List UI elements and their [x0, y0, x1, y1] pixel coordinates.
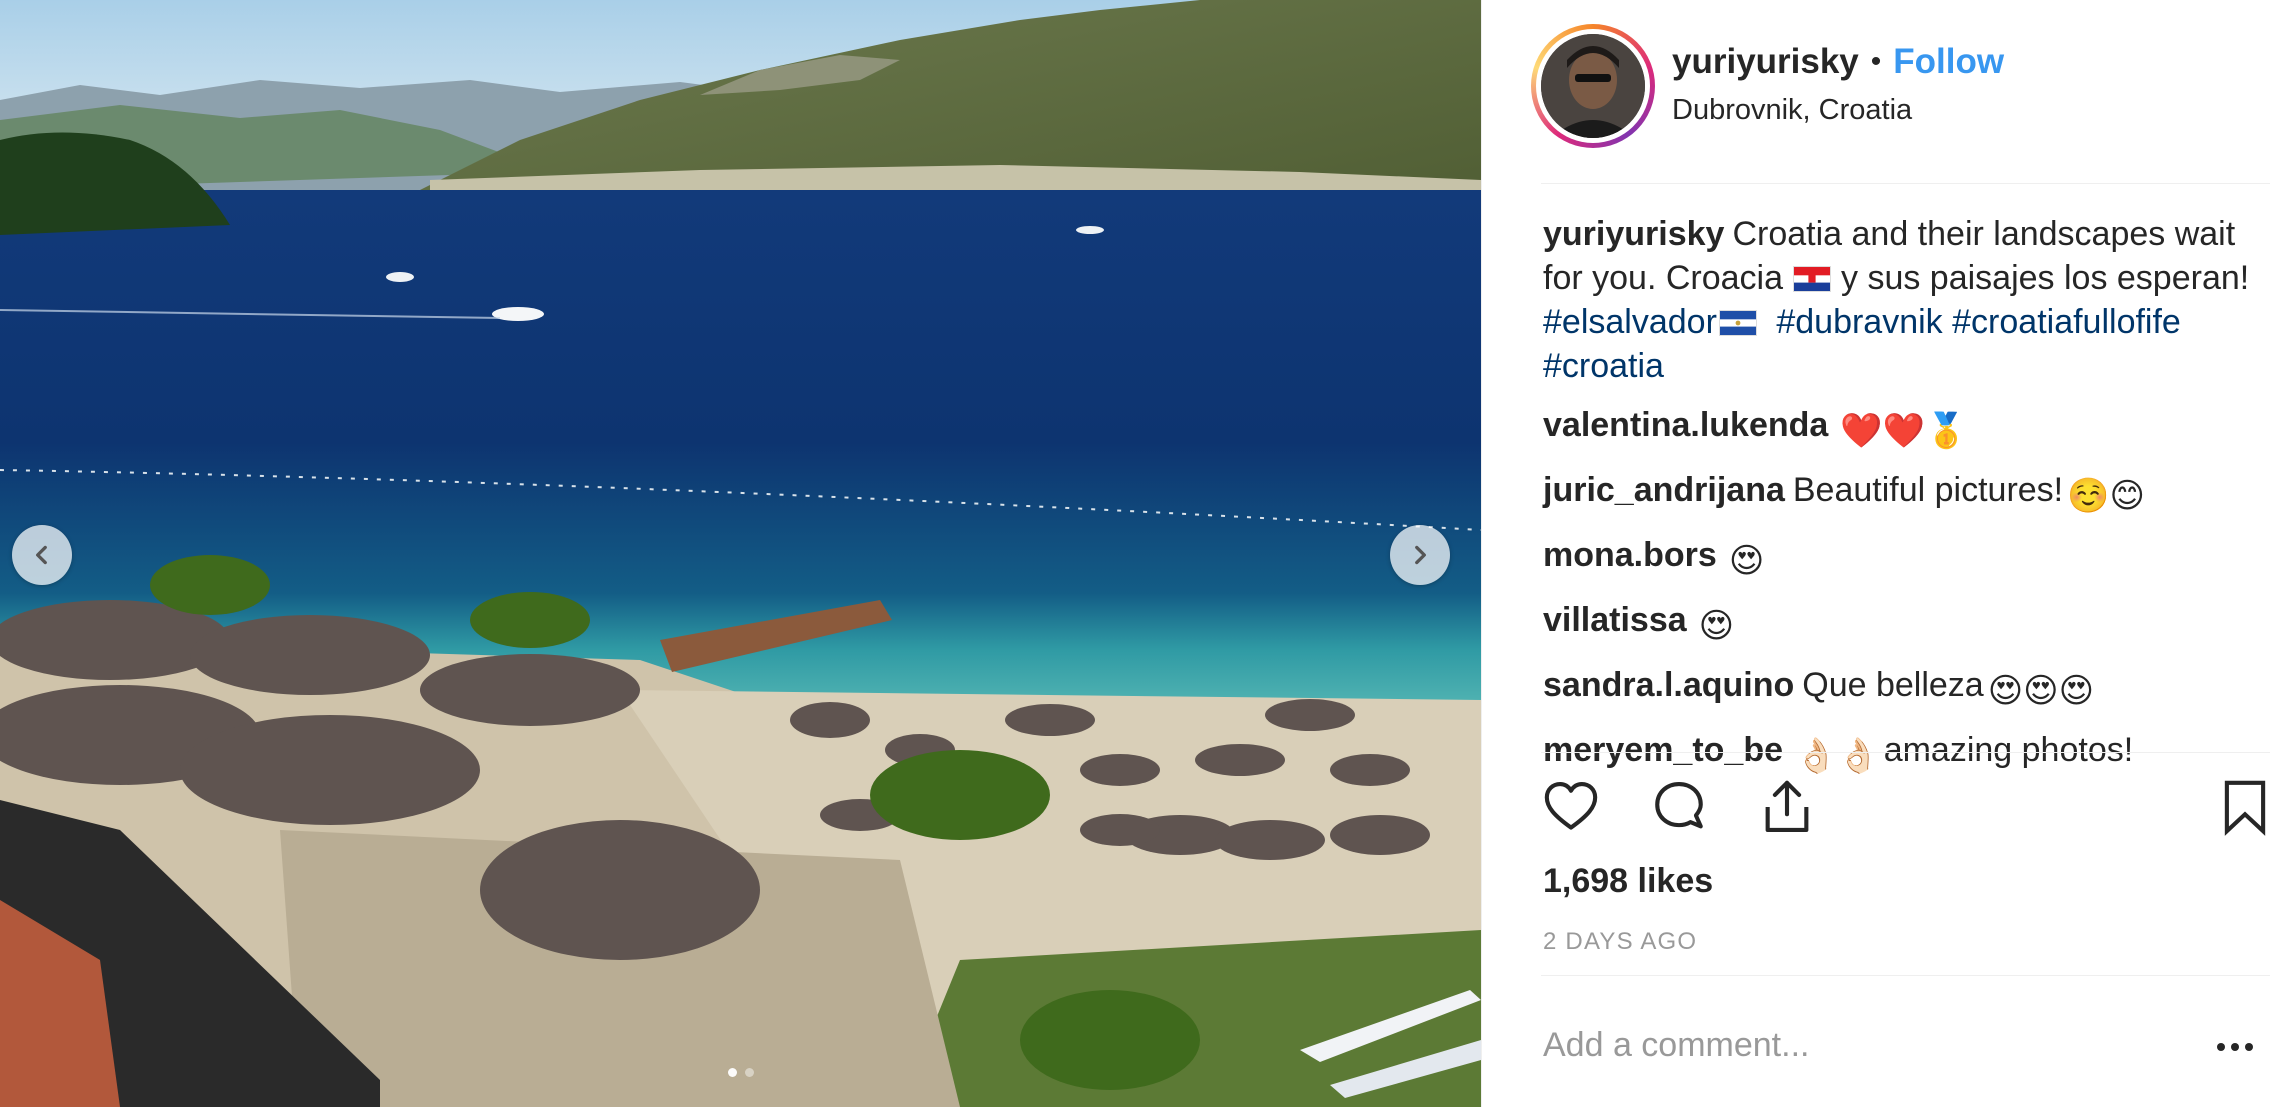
share-button[interactable]	[1757, 776, 1817, 838]
comment-text: Que belleza	[1802, 666, 1984, 704]
comment-emoji: 😍	[1728, 542, 1765, 580]
share-icon	[1765, 780, 1809, 833]
comment-item: valentina.lukenda ❤️❤️🥇	[1543, 403, 2273, 453]
post-side-panel: yuriyurisky • Follow Dubrovnik, Croatia …	[1481, 0, 2292, 1107]
username-link[interactable]: yuriyurisky	[1672, 42, 1859, 82]
next-image-button[interactable]	[1390, 525, 1450, 585]
save-button[interactable]	[2215, 776, 2275, 838]
story-ring[interactable]	[1531, 24, 1655, 148]
footer-divider	[1541, 975, 2270, 976]
comment-username[interactable]: villatissa	[1543, 601, 1687, 639]
comment-item: juric_andrijana Beautiful pictures! ☺️😊	[1543, 468, 2273, 518]
separator-bullet: •	[1870, 45, 1882, 78]
comment-item: meryem_to_be 👌🏻👌🏻 amazing photos!	[1543, 728, 2273, 778]
caption-username[interactable]: yuriyurisky	[1543, 215, 1724, 253]
hashtag-link[interactable]: #croatia	[1543, 347, 1664, 385]
post-caption: yuriyurisky Croatia and their landscapes …	[1543, 212, 2273, 388]
el-salvador-flag-icon	[1718, 310, 1757, 336]
comment-item: villatissa 😍	[1543, 598, 2273, 648]
post-timestamp[interactable]: 2 DAYS AGO	[1543, 928, 1697, 956]
comment-username[interactable]: juric_andrijana	[1543, 471, 1785, 509]
more-dots-icon	[2231, 1043, 2239, 1051]
comment-username[interactable]: valentina.lukenda	[1543, 406, 1828, 444]
comment-emoji: ☺️😊	[2067, 477, 2145, 515]
comment-emoji: 😍	[1698, 607, 1735, 645]
post-image	[0, 0, 1481, 1107]
chevron-right-icon	[1415, 545, 1426, 565]
post-photo[interactable]	[0, 0, 1481, 1107]
comment-item: sandra.l.aquino Que belleza 😍😍😍	[1543, 663, 2273, 713]
caption-text-2: y sus paisajes los esperan!	[1841, 259, 2250, 297]
hashtag-link[interactable]: #croatiafullofife	[1952, 303, 2181, 341]
hashtag-link[interactable]: #elsalvador	[1543, 303, 1717, 341]
comment-button[interactable]	[1649, 776, 1709, 838]
comment-username[interactable]: meryem_to_be	[1543, 731, 1783, 769]
comments-divider	[1541, 752, 2270, 753]
comment-emoji: ❤️❤️🥇	[1840, 412, 1968, 450]
hashtag-link[interactable]: #dubravnik	[1776, 303, 1942, 341]
comment-text: amazing photos!	[1883, 731, 2134, 769]
avatar-image	[1541, 34, 1645, 138]
carousel-dot-active	[727, 1068, 737, 1077]
follow-button[interactable]: Follow	[1893, 42, 2004, 82]
comment-username[interactable]: mona.bors	[1543, 536, 1717, 574]
carousel-dot	[744, 1068, 754, 1077]
comment-emoji: 😍😍😍	[1987, 672, 2095, 710]
more-dots-icon	[2217, 1043, 2225, 1051]
comment-username[interactable]: sandra.l.aquino	[1543, 666, 1794, 704]
comment-bubble-icon	[1655, 781, 1703, 829]
header-divider	[1541, 183, 2270, 184]
more-dots-icon	[2245, 1043, 2253, 1051]
comment-item: mona.bors 😍	[1543, 533, 2273, 583]
previous-image-button[interactable]	[12, 525, 72, 585]
comments-list: yuriyurisky Croatia and their landscapes …	[1543, 212, 2273, 793]
heart-icon	[1544, 781, 1598, 830]
comment-text: Beautiful pictures!	[1792, 471, 2064, 509]
avatar	[1541, 34, 1645, 138]
action-bar	[1541, 776, 2275, 842]
carousel-indicator	[0, 1068, 1481, 1077]
comment-emoji: 👌🏻👌🏻	[1795, 737, 1880, 775]
croatia-flag-icon	[1793, 266, 1831, 292]
more-options-button[interactable]	[2210, 1032, 2260, 1062]
add-comment-input[interactable]	[1543, 1020, 2163, 1070]
location-link[interactable]: Dubrovnik, Croatia	[1672, 94, 1912, 127]
like-count[interactable]: 1,698 likes	[1543, 862, 1713, 901]
bookmark-icon	[2224, 780, 2266, 836]
post-header: yuriyurisky • Follow Dubrovnik, Croatia	[1482, 0, 2292, 184]
like-button[interactable]	[1541, 776, 1601, 838]
chevron-left-icon	[36, 545, 47, 565]
